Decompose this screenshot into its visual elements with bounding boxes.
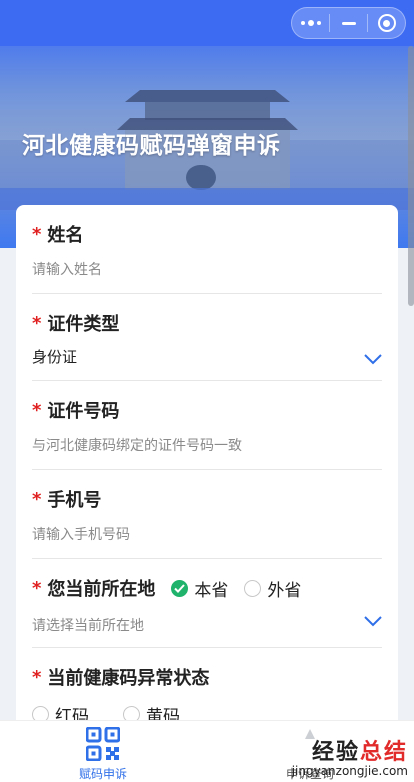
id-type-label: 证件类型: [47, 314, 120, 335]
page-title: 河北健康码赋码弹窗申诉: [22, 133, 281, 159]
location-select[interactable]: 请选择当前所在地: [32, 615, 382, 635]
nav-label-appeal: 赋码申诉: [78, 767, 127, 781]
watermark-url: jingyanzongjie.com: [291, 764, 408, 778]
id-number-field: * 证件号码 与河北健康码绑定的证件号码一致: [32, 397, 382, 470]
minus-icon: [341, 21, 356, 25]
radio-checked-icon[interactable]: [171, 579, 189, 597]
minimize-button[interactable]: [330, 8, 367, 38]
name-label: 姓名: [47, 225, 84, 246]
id-type-select[interactable]: 身份证: [32, 346, 382, 367]
required-mark: *: [32, 223, 42, 245]
chevron-down-icon[interactable]: [364, 353, 382, 365]
scrollbar[interactable]: [408, 46, 414, 306]
radio-unchecked-icon[interactable]: [244, 579, 262, 597]
location-option-other[interactable]: 外省: [244, 576, 301, 601]
qr-code-icon: [86, 727, 120, 761]
name-input[interactable]: 请输入姓名: [32, 259, 382, 279]
target-icon: [377, 14, 396, 32]
id-number-label: 证件号码: [47, 401, 120, 422]
more-dots-icon: [300, 20, 321, 26]
id-type-field[interactable]: * 证件类型 身份证: [32, 310, 382, 381]
required-mark: *: [32, 399, 42, 421]
required-mark: *: [32, 312, 42, 334]
chevron-down-icon[interactable]: [364, 615, 382, 627]
phone-field: * 手机号 请输入手机号码: [32, 486, 382, 559]
phone-input[interactable]: 请输入手机号码: [32, 524, 382, 544]
id-number-input[interactable]: 与河北健康码绑定的证件号码一致: [32, 435, 382, 455]
phone-label: 手机号: [47, 490, 102, 511]
watermark-main-black: 经验: [311, 740, 360, 765]
code-status-label: 当前健康码异常状态: [47, 668, 210, 689]
location-option-province[interactable]: 本省: [171, 576, 228, 601]
watermark: 经验总结 jingyanzongjie.com: [292, 734, 408, 778]
location-field: * 您当前所在地 本省 外省 请选择当前所在地: [32, 575, 382, 648]
close-miniprogram-button[interactable]: [368, 8, 405, 38]
watermark-main-red: 总结: [359, 740, 408, 765]
name-field: * 姓名 请输入姓名: [32, 221, 382, 294]
required-mark: *: [32, 577, 42, 599]
appeal-form-card: * 姓名 请输入姓名 * 证件类型 身份证 * 证件号码 与河北健康码绑定的证件号码一…: [16, 205, 398, 782]
miniprogram-capsule: [291, 7, 406, 39]
location-label: 您当前所在地: [47, 579, 156, 600]
required-mark: *: [32, 488, 42, 510]
more-button[interactable]: [292, 8, 329, 38]
required-mark: *: [32, 666, 42, 688]
nav-item-appeal[interactable]: 赋码申诉: [43, 727, 163, 782]
